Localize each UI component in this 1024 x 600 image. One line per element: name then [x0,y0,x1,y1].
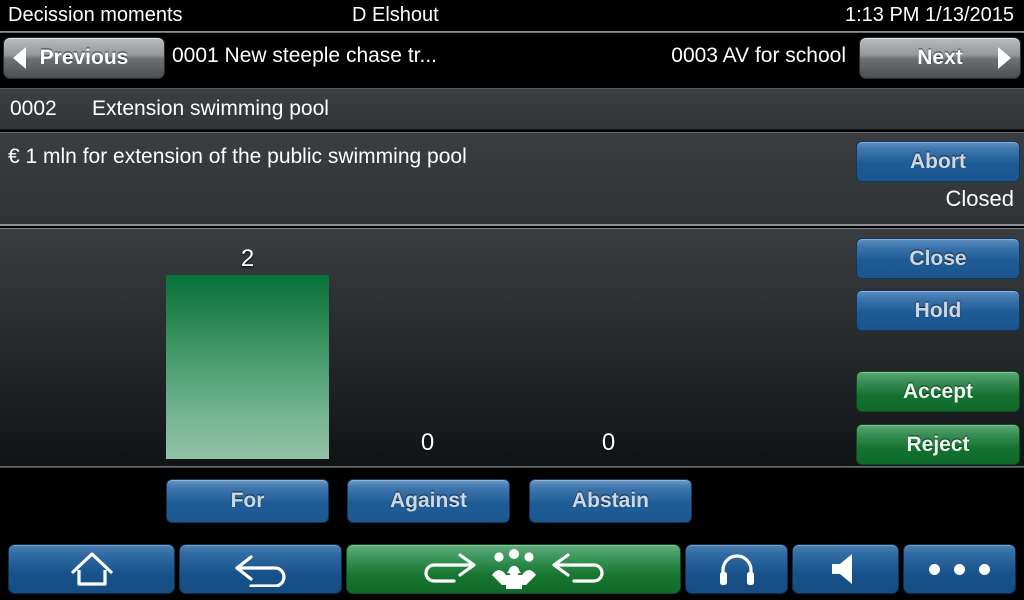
next-button[interactable]: Next [859,37,1021,79]
chart-bar-against: 0 [346,244,509,459]
vote-for-button[interactable]: For [166,479,329,523]
item-number: 0002 [10,97,57,120]
chart-bar-value-against: 0 [420,429,435,456]
next-button-label: Next [917,46,963,69]
chart-baseline [0,466,1024,468]
chart-bar-for: 2 [166,244,329,459]
item-header-row: 0002 Extension swimming pool [0,88,1024,130]
navigation-bar: Previous 0001 New steeple chase tr... 00… [0,34,1024,82]
accept-button[interactable]: Accept [856,371,1020,412]
bottom-toolbar [0,540,1024,600]
current-user: D Elshout [352,4,439,26]
reject-button[interactable]: Reject [856,424,1020,465]
next-item-label[interactable]: 0003 AV for school [671,44,846,68]
chart-bar-abstain: 0 [527,244,690,459]
home-button[interactable] [8,544,175,594]
vote-for-label: For [230,489,265,512]
headphones-icon [717,550,757,588]
status-bar: Decission moments D Elshout 1:13 PM 1/13… [0,0,1024,33]
ellipsis-icon [929,563,990,575]
triangle-right-icon [998,47,1011,69]
hold-button-label: Hold [914,298,962,322]
vote-button-row: For Against Abstain [0,470,1024,536]
hold-button[interactable]: Hold [856,290,1020,331]
speaker-icon [826,552,866,586]
close-button[interactable]: Close [856,238,1020,279]
item-description: € 1 mln for extension of the public swim… [8,145,467,168]
triangle-left-icon [13,47,26,69]
app-title: Decission moments [8,4,183,26]
volume-button[interactable] [792,544,899,594]
more-button[interactable] [903,544,1016,594]
meeting-group-icon [414,547,614,591]
previous-item-label[interactable]: 0001 New steeple chase tr... [172,44,437,68]
home-icon [69,550,115,588]
meeting-button[interactable] [346,544,681,594]
audio-button[interactable] [685,544,788,594]
clock-date: 1:13 PM 1/13/2015 [844,4,1014,26]
previous-button[interactable]: Previous [3,37,165,79]
vote-against-button[interactable]: Against [347,479,510,523]
previous-button-label: Previous [39,46,129,69]
chart-plot-area: 2 0 0 [0,229,850,469]
close-button-label: Close [909,246,967,270]
chart-bar-value-abstain: 0 [601,429,616,456]
reject-button-label: Reject [906,432,970,456]
item-title: Extension swimming pool [92,97,329,120]
vote-against-label: Against [389,489,467,512]
accept-button-label: Accept [902,379,974,403]
vote-abstain-label: Abstain [571,489,649,512]
back-arrow-icon [231,551,291,587]
vote-abstain-button[interactable]: Abstain [529,479,692,523]
back-button[interactable] [179,544,342,594]
statusbar-divider [0,31,1024,33]
chart-bar-value-for: 2 [240,245,255,272]
abort-button-label: Abort [910,149,966,173]
chart-bar-fill-for [166,275,329,459]
abort-button[interactable]: Abort [856,141,1020,182]
status-badge: Closed [945,186,1014,211]
app-root: Decission moments D Elshout 1:13 PM 1/13… [0,0,1024,600]
